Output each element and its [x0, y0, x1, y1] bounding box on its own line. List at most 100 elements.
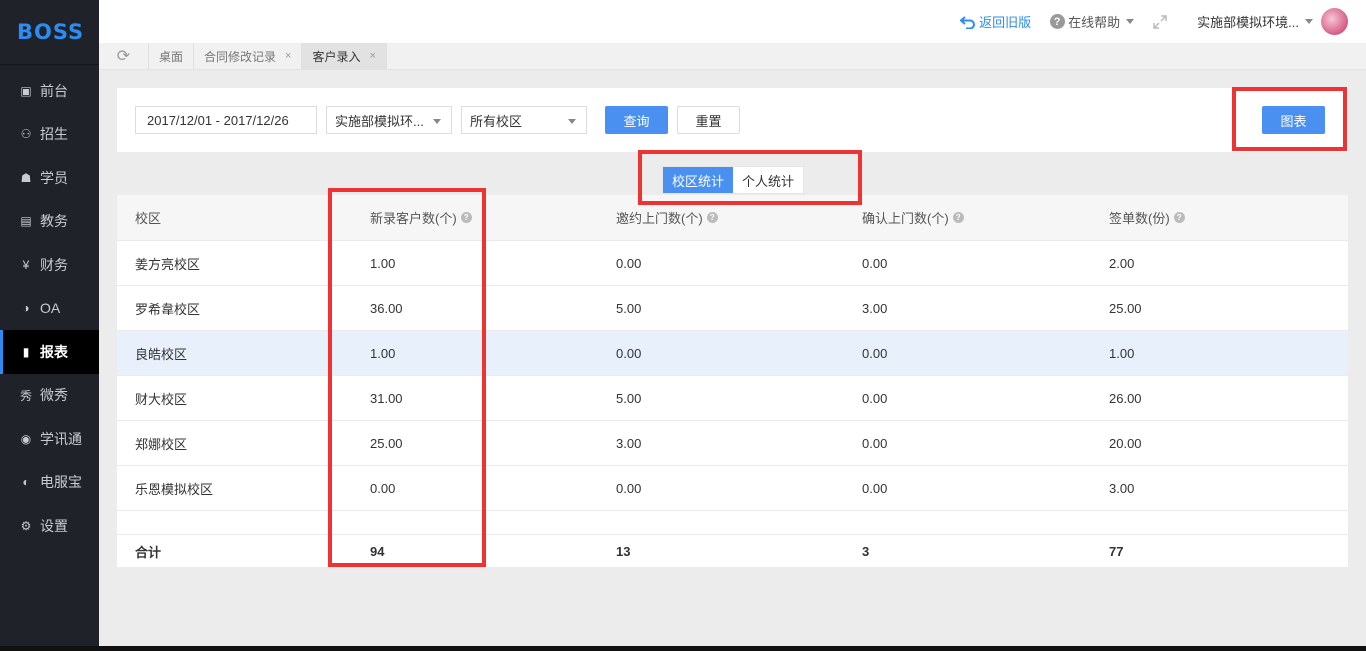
sidebar-item-6[interactable]: ▮ 报表 — [0, 330, 99, 374]
help-icon[interactable]: ? — [706, 212, 718, 223]
close-icon[interactable]: × — [285, 50, 291, 62]
sidebar-item-7[interactable]: 秀微秀 — [0, 374, 99, 418]
cell-text: 3.00 — [862, 300, 888, 316]
cell-col-4: 3.00 — [1109, 481, 1134, 496]
yen-icon: ¥ — [22, 257, 30, 272]
refresh-icon[interactable]: ⟳ — [99, 43, 149, 69]
cell-text: 校区 — [135, 211, 162, 226]
user-plus-icon: ⚇ — [20, 127, 32, 142]
tab-list: 桌面 合同修改记录 × 客户录入 × — [149, 43, 387, 69]
bottom-strip — [0, 646, 1366, 651]
cell-text: 3.00 — [1109, 480, 1135, 496]
cell-col-1: 1.00 — [370, 256, 395, 271]
cell-col-0: 罗希韋校区 — [135, 299, 200, 318]
cell-text: 郑娜校区 — [135, 436, 188, 452]
book-icon: ▤ — [20, 214, 32, 229]
tab-2[interactable]: 客户录入 × — [302, 43, 387, 69]
sidebar-item-label: 教务 — [40, 213, 68, 230]
campus-select-value: 所有校区 — [470, 113, 523, 129]
help-icon[interactable]: ? — [1173, 212, 1185, 223]
tab-personal-stats[interactable]: 个人统计 — [733, 167, 803, 193]
campus-stats-table: 校区 新录客户数(个)? 邀约上门数(个)? 确认上门数(个)? 签单数(份)? 姜方亮校… — [117, 195, 1348, 567]
calendar-icon: ▣ — [20, 83, 32, 98]
user-menu[interactable]: 实施部模拟环境... — [1197, 8, 1348, 35]
help-icon: ? — [1049, 14, 1065, 30]
cell-text: 0.00 — [616, 255, 642, 271]
chevron-down-icon — [568, 119, 576, 124]
table-row: 良皓校区 1.00 0.00 0.00 1.00 — [117, 331, 1348, 376]
sidebar-item-10[interactable]: ⚙ 设置 — [0, 504, 99, 548]
help-icon[interactable]: ? — [460, 212, 472, 223]
chevron-down-icon — [433, 119, 441, 124]
chevron-down-icon — [1126, 19, 1135, 24]
sidebar-item-9[interactable]: ◐ 电服宝 — [0, 461, 99, 505]
cell-text: 1.00 — [370, 345, 396, 361]
user-name: 实施部模拟环境... — [1197, 15, 1299, 30]
sidebar-item-label: 设置 — [40, 517, 68, 534]
cell-col-0: 良皓校区 — [135, 344, 187, 363]
cell-text: 0.00 — [862, 480, 888, 496]
cell-text: 0.00 — [616, 345, 642, 361]
cell-col-1: 1.00 — [370, 346, 395, 361]
sidebar-item-label: 招生 — [40, 126, 68, 143]
query-button[interactable]: 查询 — [605, 106, 668, 134]
cell-col-3: 0.00 — [862, 481, 887, 496]
cell-text: 合计 — [135, 544, 162, 560]
fullscreen-button[interactable] — [1152, 14, 1171, 30]
cell-col-2: 0.00 — [616, 481, 641, 496]
close-icon[interactable]: × — [369, 50, 375, 62]
cell-col-2: 13 — [616, 544, 630, 559]
cell-text: 3.00 — [616, 435, 642, 451]
sidebar-item-8[interactable]: ◉ 学讯通 — [0, 417, 99, 461]
cell-col-0: 校区 — [135, 208, 161, 227]
date-range-input[interactable]: 2017/12/01 - 2017/12/26 — [135, 106, 317, 134]
cell-col-3: 确认上门数(个)? — [862, 208, 964, 227]
sidebar: BOSS ▣ 前台 ⚇ 招生 ☗ 学员 ▤ 教务 ¥ 财务 ◑ OA ▮ 报表秀微秀 ◉ 学讯通 ◐ 电服宝 ⚙ 设置 — [0, 0, 99, 651]
expand-icon — [1152, 14, 1168, 30]
bar-chart-icon: ▮ — [22, 344, 30, 359]
tab-label: 客户录入 — [312, 49, 361, 64]
cell-col-4: 20.00 — [1109, 436, 1142, 451]
sidebar-item-3[interactable]: ▤ 教务 — [0, 200, 99, 244]
cell-text: 20.00 — [1109, 435, 1142, 451]
sidebar-item-0[interactable]: ▣ 前台 — [0, 69, 99, 113]
wechat-show-icon: 秀 — [19, 388, 32, 403]
cell-text: 1.00 — [370, 255, 396, 271]
cell-col-2: 0.00 — [616, 346, 641, 361]
logo[interactable]: BOSS — [0, 0, 99, 65]
chart-button[interactable]: 图表 — [1262, 106, 1325, 134]
cell-col-0: 姜方亮校区 — [135, 254, 200, 273]
table-row: 罗希韋校区 36.00 5.00 3.00 25.00 — [117, 286, 1348, 331]
avatar[interactable] — [1321, 8, 1348, 35]
cell-col-4: 26.00 — [1109, 391, 1142, 406]
cell-text: 13 — [616, 543, 631, 559]
cell-text: 0.00 — [862, 435, 888, 451]
tab-1[interactable]: 合同修改记录 × — [194, 43, 303, 69]
online-help-menu[interactable]: ? 在线帮助 — [1049, 12, 1135, 31]
cell-text: 0.00 — [862, 345, 888, 361]
filter-panel: 2017/12/01 - 2017/12/26 实施部模拟环... 所有校区 查… — [117, 88, 1348, 152]
gear-icon: ⚙ — [20, 518, 32, 533]
cell-col-2: 邀约上门数(个)? — [616, 208, 718, 227]
cell-text: 94 — [370, 543, 385, 559]
cell-text: 新录客户数(个) — [370, 211, 457, 226]
cell-text: 乐恩模拟校区 — [135, 481, 214, 497]
sidebar-item-5[interactable]: ◑ OA — [0, 287, 99, 331]
help-icon[interactable]: ? — [952, 212, 964, 223]
sidebar-item-2[interactable]: ☗ 学员 — [0, 156, 99, 200]
tab-0[interactable]: 桌面 — [149, 43, 195, 69]
tab-label: 桌面 — [159, 49, 184, 64]
stats-mode-toggle: 校区统计 个人统计 — [662, 166, 805, 194]
sidebar-item-4[interactable]: ¥ 财务 — [0, 243, 99, 287]
reset-button[interactable]: 重置 — [677, 106, 740, 134]
table-spacer-row — [117, 511, 1348, 535]
sidebar-item-1[interactable]: ⚇ 招生 — [0, 113, 99, 157]
back-to-old-version-link[interactable]: 返回旧版 — [960, 12, 1031, 31]
cell-col-4: 77 — [1109, 544, 1123, 559]
cell-text: 0.00 — [862, 390, 888, 406]
cell-col-0: 乐恩模拟校区 — [135, 479, 213, 498]
cell-text: 姜方亮校区 — [135, 256, 201, 272]
campus-select[interactable]: 所有校区 — [461, 106, 587, 134]
org-select[interactable]: 实施部模拟环... — [326, 106, 452, 134]
tab-campus-stats[interactable]: 校区统计 — [663, 167, 734, 193]
